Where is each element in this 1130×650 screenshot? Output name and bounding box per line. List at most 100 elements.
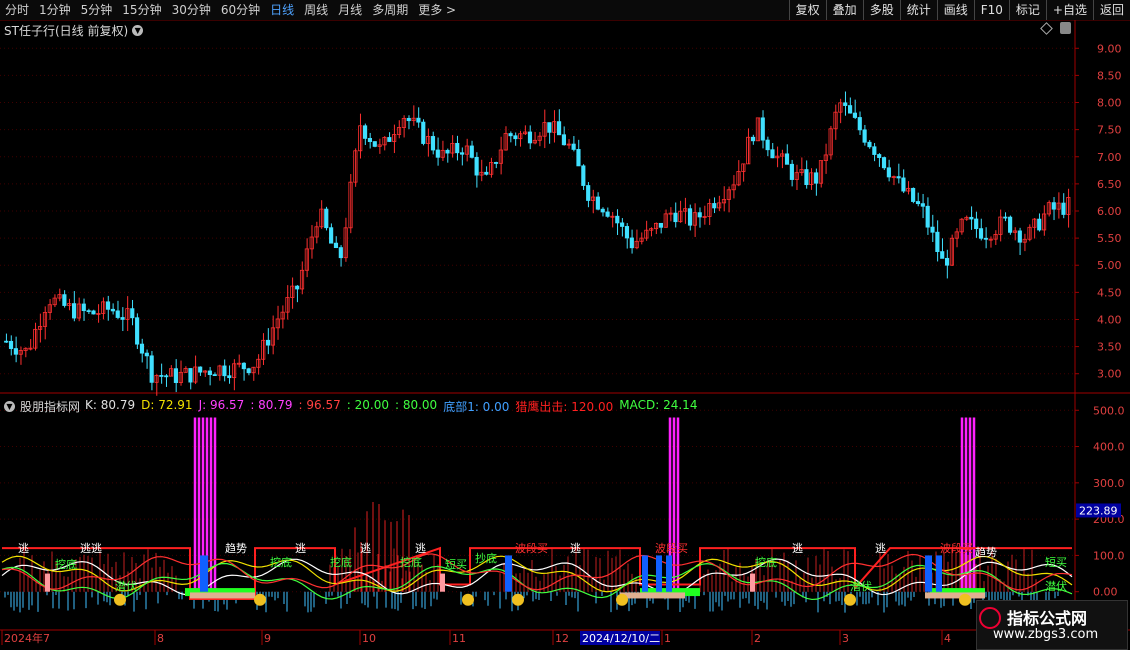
indicator-value-6: : 80.00 [394, 398, 438, 412]
candle-body [857, 117, 862, 131]
chart-canvas[interactable]: 9.00 8.50 8.00 7.50 7.00 6.50 6.00 5.50 5.00 4.50… [0, 0, 1130, 650]
candle-body [945, 257, 950, 266]
candle-body [571, 143, 576, 150]
candle-body [848, 105, 853, 114]
watermark: 指标公式网 www.zbgs3.com [976, 600, 1128, 650]
dig-bottom-label: 抄底 [475, 551, 497, 565]
blue-bar [666, 555, 672, 592]
wave-buy-label: 波段买 [515, 541, 548, 555]
candle-body [115, 310, 120, 318]
candle-body [862, 129, 867, 143]
smiley-icon [844, 593, 856, 606]
candle-body [144, 352, 149, 357]
date-highlight-label: 2024/12/10/二 [582, 632, 660, 645]
x-tick-label: 9 [264, 632, 271, 645]
candle-body [4, 340, 9, 343]
chevron-down-icon[interactable]: ▼ [4, 401, 15, 412]
candle-body [188, 368, 193, 383]
candle-body [600, 208, 605, 213]
blue-bar [936, 555, 942, 592]
indicator-tick-label: 100.0 [1093, 549, 1125, 562]
watermark-url: www.zbgs3.com [993, 627, 1099, 642]
dig-bottom-label: 挖底 [270, 555, 292, 569]
x-tick-label: 4 [944, 632, 951, 645]
candle-body [474, 156, 479, 176]
x-tick-label: 2 [754, 632, 761, 645]
indicator-value-9: MACD: 24.14 [619, 398, 698, 412]
candle-body [974, 218, 979, 230]
candle-body [110, 308, 115, 312]
candle-body [896, 176, 901, 179]
logo-icon [979, 607, 1001, 629]
lie-low-label: 潜伏 [1045, 579, 1067, 593]
candle-body [886, 167, 891, 178]
candle-body [445, 149, 450, 154]
candle-body [983, 237, 988, 240]
current-value-label: 223.89 [1079, 504, 1118, 517]
price-tick-label: 7.50 [1097, 124, 1122, 137]
candle-body [765, 139, 770, 151]
blue-bar [925, 555, 932, 592]
price-tick-label: 5.00 [1097, 259, 1122, 272]
candle-body [362, 125, 368, 139]
candle-body [852, 112, 857, 118]
candle-body [406, 117, 411, 122]
candle-body [581, 165, 586, 186]
candle-body [789, 163, 794, 180]
candle-body [105, 301, 111, 310]
smiley-icon [114, 593, 126, 606]
price-tick-label: 8.00 [1097, 97, 1122, 110]
wave-buy-label: 波段买 [655, 541, 688, 555]
dig-bottom-label: 挖底 [755, 555, 777, 569]
blue-bar [200, 555, 208, 592]
watermark-title: 指标公式网 [1007, 609, 1088, 628]
candle-body [81, 303, 86, 312]
price-tick-label: 4.00 [1097, 313, 1122, 326]
candle-body [493, 162, 499, 164]
candle-body [72, 303, 77, 319]
candle-body [843, 102, 848, 106]
candle-body [86, 310, 91, 313]
candle-body [770, 149, 775, 159]
dig-bottom-label: 挖底 [330, 555, 352, 569]
indicator-value-0: K: 80.79 [85, 398, 136, 412]
candle-body [484, 171, 489, 175]
short-buy-label: 短买 [445, 557, 467, 571]
candle-body [915, 201, 921, 205]
candle-body [207, 370, 212, 376]
candle-body [149, 355, 154, 383]
indicator-tick-label: 400.0 [1093, 441, 1125, 454]
candle-body [164, 375, 169, 378]
candle-body [8, 340, 14, 349]
candle-body [605, 211, 610, 217]
escape-label: 逃 [360, 542, 371, 555]
trend-label: 趋势 [225, 542, 247, 555]
candle-body [814, 172, 819, 184]
candle-body [367, 138, 372, 142]
candle-body [324, 208, 329, 229]
dig-bottom-label: 挖底 [400, 555, 422, 569]
indicator-value-7: 底部1: 0.00 [443, 400, 510, 414]
candle-body [421, 121, 426, 144]
candle-body [435, 149, 440, 158]
x-tick-label: 2024年7 [4, 631, 50, 645]
candle-body [978, 228, 984, 239]
candle-body [159, 375, 164, 377]
tan-bar [190, 592, 255, 599]
candle-body [91, 310, 96, 315]
price-tick-label: 6.00 [1097, 205, 1122, 218]
indicator-tick-label: 300.0 [1093, 477, 1125, 490]
escape-label: 逃 [415, 542, 426, 555]
price-tick-label: 5.50 [1097, 232, 1122, 245]
smiley-icon [616, 593, 628, 606]
smiley-icon [254, 593, 266, 606]
x-tick-label: 10 [362, 632, 376, 645]
candle-body [241, 362, 246, 370]
candle-body [901, 177, 906, 192]
x-tick-label: 12 [555, 632, 569, 645]
indicator-value-4: : 96.57 [298, 398, 341, 412]
indicator-value-3: : 80.79 [250, 398, 293, 412]
candle-body [940, 251, 945, 259]
candle-body [624, 226, 630, 239]
candle-body [527, 131, 533, 144]
